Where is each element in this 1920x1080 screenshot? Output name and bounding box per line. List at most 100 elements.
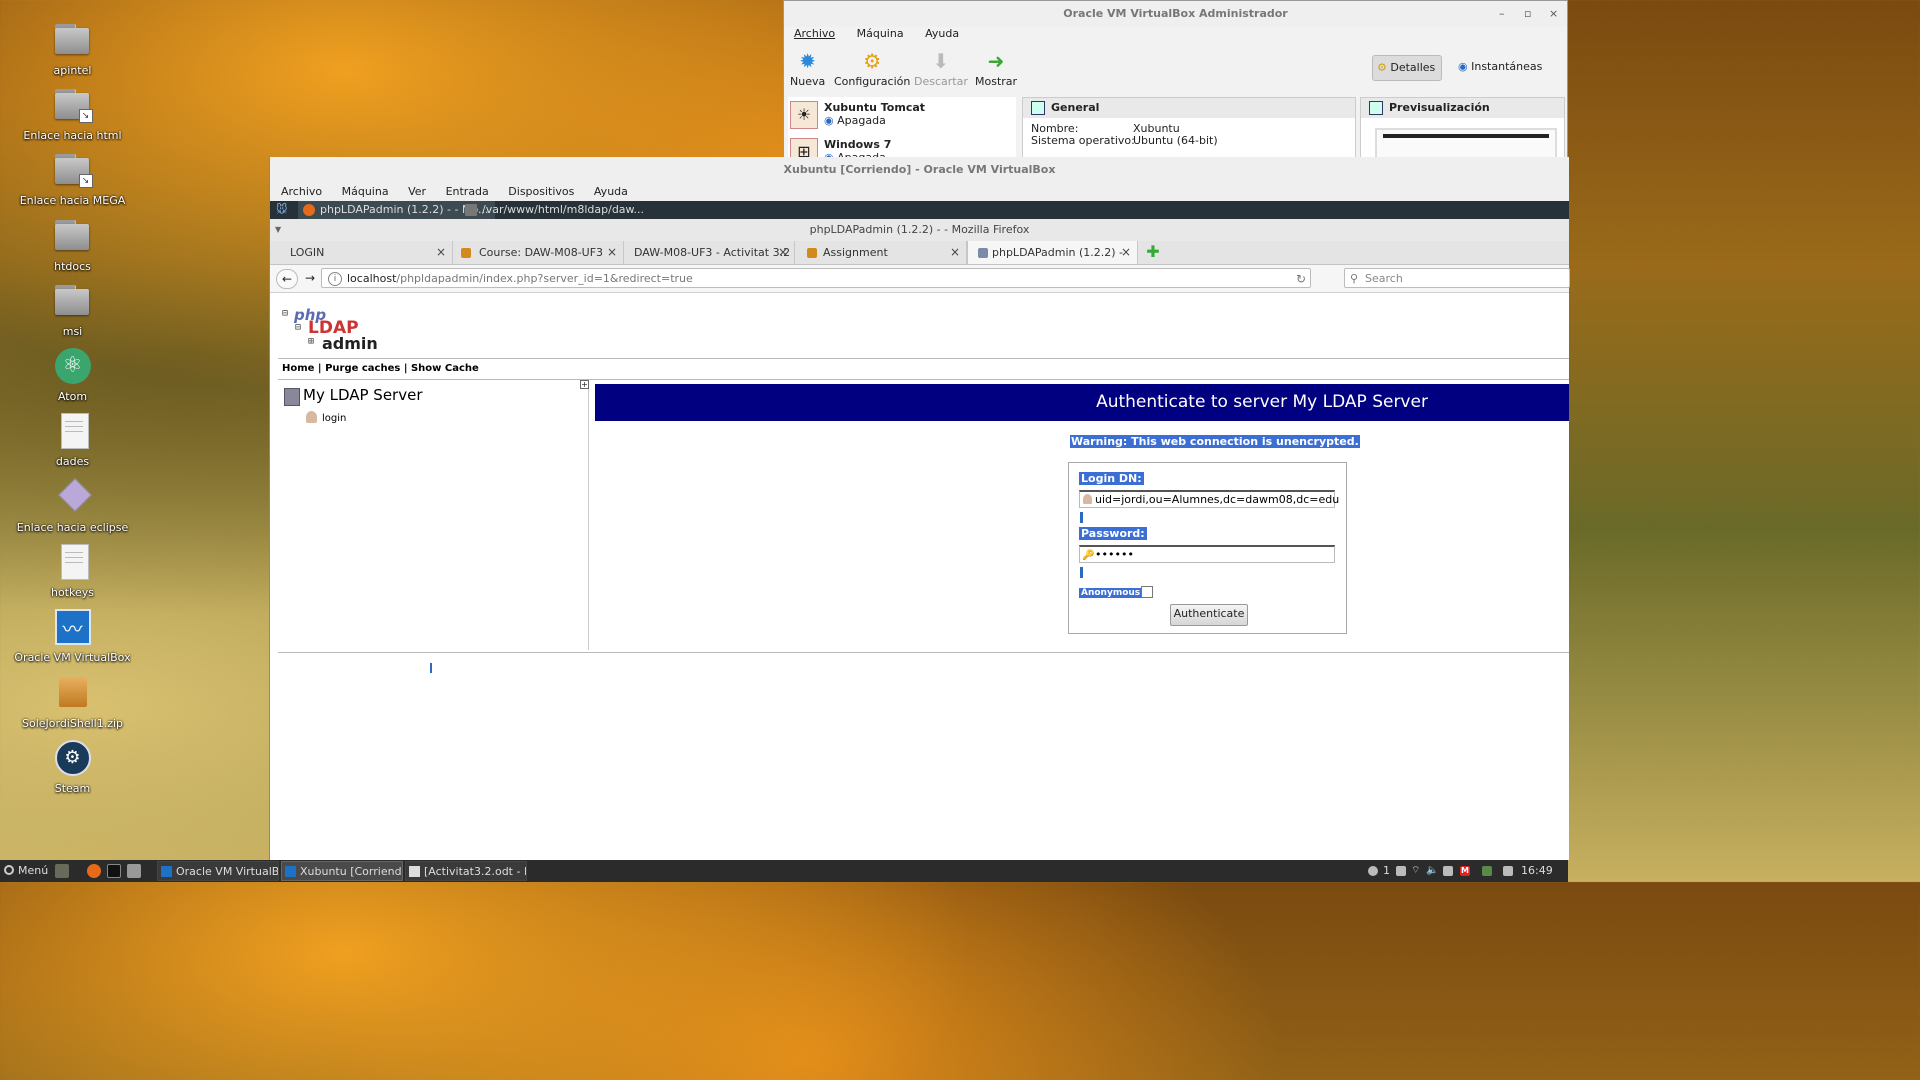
divider	[278, 652, 1569, 653]
anonymous-checkbox[interactable]	[1141, 586, 1153, 598]
folder-launcher-icon[interactable]	[127, 864, 141, 878]
url-bar[interactable]: i localhost/phpldapadmin/index.php?serve…	[321, 268, 1311, 288]
preview-panel-header[interactable]: Previsualización	[1361, 98, 1564, 118]
login-dn-input[interactable]: uid=jordi,ou=Alumnes,dc=dawm08,dc=edu	[1079, 490, 1339, 508]
battery-icon[interactable]	[1443, 866, 1453, 876]
tool-label: Nueva	[790, 75, 826, 88]
tab-activitat[interactable]: DAW-M08-UF3 - Activitat 3.2 ... ×	[624, 241, 795, 282]
close-icon[interactable]: ×	[436, 241, 446, 264]
tab-login[interactable]: LOGIN ×	[270, 241, 453, 264]
taskbar-task-vbox-manager[interactable]: Oracle VM VirtualBo...	[157, 861, 279, 881]
desktop-icon-atom[interactable]: ⚛ Atom	[0, 346, 145, 403]
menu-ver[interactable]: Ver	[408, 185, 426, 198]
tree-minus-icon: ⊟	[282, 308, 289, 319]
folder-icon	[53, 20, 93, 60]
desktop-icon-enlace-eclipse[interactable]: Enlace hacia eclipse	[0, 477, 145, 534]
reload-icon[interactable]: ↻	[1296, 269, 1306, 289]
login-link[interactable]: login	[322, 413, 346, 424]
user-icon[interactable]	[1396, 866, 1406, 876]
steam-tray-icon[interactable]	[1482, 866, 1492, 876]
xfce-menu-icon[interactable]: 🐭	[276, 203, 287, 216]
divider	[278, 358, 1569, 359]
window-title[interactable]: Xubuntu [Corriendo] - Oracle VM VirtualB…	[270, 157, 1569, 183]
close-icon[interactable]: ×	[1121, 241, 1131, 264]
menu-button[interactable]: Menú	[2, 860, 48, 882]
taskbar-task-xubuntu[interactable]: Xubuntu [Corriendo...	[281, 861, 403, 881]
desktop-icon-dades[interactable]: dades	[0, 411, 145, 468]
wifi-icon[interactable]: ⌔	[1411, 860, 1421, 876]
password-input[interactable]: 🔑 ••••••	[1079, 545, 1335, 563]
close-icon[interactable]: ×	[1549, 1, 1558, 27]
menu-ayuda[interactable]: Ayuda	[594, 185, 628, 198]
menu-archivo[interactable]: Archivo	[794, 27, 835, 40]
mega-icon[interactable]: M	[1460, 866, 1470, 876]
volume-icon[interactable]: 🔈	[1426, 860, 1438, 876]
desktop-icon-hotkeys[interactable]: hotkeys	[0, 542, 145, 599]
clock[interactable]: 16:49	[1521, 860, 1553, 882]
field-marker	[1080, 567, 1083, 578]
ubuntu-icon: ☀	[790, 101, 818, 129]
window-menu-icon[interactable]: ▼	[275, 219, 281, 241]
preview-panel: Previsualización	[1360, 97, 1565, 172]
desktop-icon-steam[interactable]: ⚙ Steam	[0, 738, 145, 795]
firefox-titlebar[interactable]: ▼ phpLDAPadmin (1.2.2) - - Mozilla Firef…	[270, 219, 1569, 241]
detalles-button[interactable]: ⚙ Detalles	[1372, 55, 1443, 81]
instantaneas-button[interactable]: ◉ Instantáneas	[1454, 55, 1548, 79]
general-panel-header[interactable]: General	[1023, 98, 1355, 118]
tab-assignment[interactable]: Assignment ×	[795, 241, 967, 264]
close-icon[interactable]: ×	[778, 241, 788, 264]
menu-ayuda[interactable]: Ayuda	[925, 27, 959, 40]
expand-icon[interactable]: +	[580, 380, 589, 389]
info-icon[interactable]: i	[328, 272, 342, 286]
keyboard-icon[interactable]	[1503, 866, 1513, 876]
menu-entrada[interactable]: Entrada	[446, 185, 489, 198]
close-icon[interactable]: ×	[950, 241, 960, 264]
firefox-launcher-icon[interactable]	[87, 864, 101, 878]
notification-icon[interactable]	[1368, 866, 1378, 876]
phpldapadmin-logo[interactable]: ⊟ ⊟ ⊞ php LDAP admin	[282, 306, 378, 356]
search-input[interactable]: ⚲ Search	[1344, 268, 1570, 288]
desktop-icon-label: Steam	[54, 782, 91, 795]
window-titlebar[interactable]: Oracle VM VirtualBox Administrador – ▫ ×	[784, 1, 1567, 27]
maximize-icon[interactable]: ▫	[1524, 1, 1531, 27]
new-vm-icon: ✹	[799, 49, 816, 73]
back-arrow-icon[interactable]: ←	[276, 269, 298, 289]
nueva-button[interactable]: ✹ Nueva	[790, 49, 825, 88]
minimize-icon[interactable]: –	[1499, 1, 1505, 27]
desktop-icon-label: Atom	[57, 390, 88, 403]
file-manager-launcher-icon[interactable]	[55, 864, 69, 878]
desktop-icon-enlace-mega[interactable]: ↘ Enlace hacia MEGA	[0, 150, 145, 207]
desktop-icon-apintel[interactable]: apintel	[0, 20, 145, 77]
guest-task-terminal[interactable]: /var/www/html/m8ldap/daw...	[460, 201, 650, 219]
desktop-icon-virtualbox[interactable]: 〰 Oracle VM VirtualBox	[0, 607, 145, 664]
menu-maquina[interactable]: Máquina	[342, 185, 389, 198]
tab-phpldapadmin[interactable]: phpLDAPadmin (1.2.2) - ×	[967, 241, 1138, 264]
menu-maquina[interactable]: Máquina	[857, 27, 904, 40]
desktop-icon-msi[interactable]: msi	[0, 281, 145, 338]
discard-arrow-icon: ⬇	[932, 49, 950, 73]
home-link[interactable]: Home	[282, 363, 314, 374]
descartar-button[interactable]: ⬇ Descartar	[914, 49, 968, 88]
vm-menubar: Archivo Máquina Ver Entrada Dispositivos…	[270, 183, 1569, 201]
window-title: Oracle VM VirtualBox Administrador	[1063, 7, 1288, 20]
desktop-icon-zip[interactable]: SoleJordiShell1.zip	[0, 673, 145, 730]
folder-icon	[53, 281, 93, 321]
purge-caches-link[interactable]: Purge caches	[325, 363, 400, 374]
taskbar-task-libreoffice[interactable]: [Activitat3.2.odt - Li...	[405, 861, 527, 881]
vm-list-item[interactable]: ☀ Xubuntu Tomcat ◉ Apagada	[788, 97, 1016, 134]
show-cache-link[interactable]: Show Cache	[411, 363, 479, 374]
tab-course[interactable]: Course: DAW-M08-UF3 A... ×	[453, 241, 624, 282]
menu-archivo[interactable]: Archivo	[281, 185, 322, 198]
menu-dispositivos[interactable]: Dispositivos	[508, 185, 574, 198]
forward-arrow-icon[interactable]: →	[300, 269, 320, 287]
new-tab-plus-icon[interactable]: ✚	[1145, 244, 1161, 260]
authenticate-button[interactable]: Authenticate	[1170, 604, 1248, 626]
server-title: My LDAP Server	[303, 386, 423, 404]
desktop-icon-htdocs[interactable]: htdocs	[0, 216, 145, 273]
mostrar-button[interactable]: ➜ Mostrar	[975, 49, 1017, 88]
configuracion-button[interactable]: ⚙ Configuración	[834, 49, 910, 88]
desktop-icon-enlace-html[interactable]: ↘ Enlace hacia html	[0, 85, 145, 142]
close-icon[interactable]: ×	[607, 241, 617, 264]
snapshot-camera-icon: ◉	[1458, 60, 1468, 73]
terminal-launcher-icon[interactable]	[107, 864, 121, 878]
